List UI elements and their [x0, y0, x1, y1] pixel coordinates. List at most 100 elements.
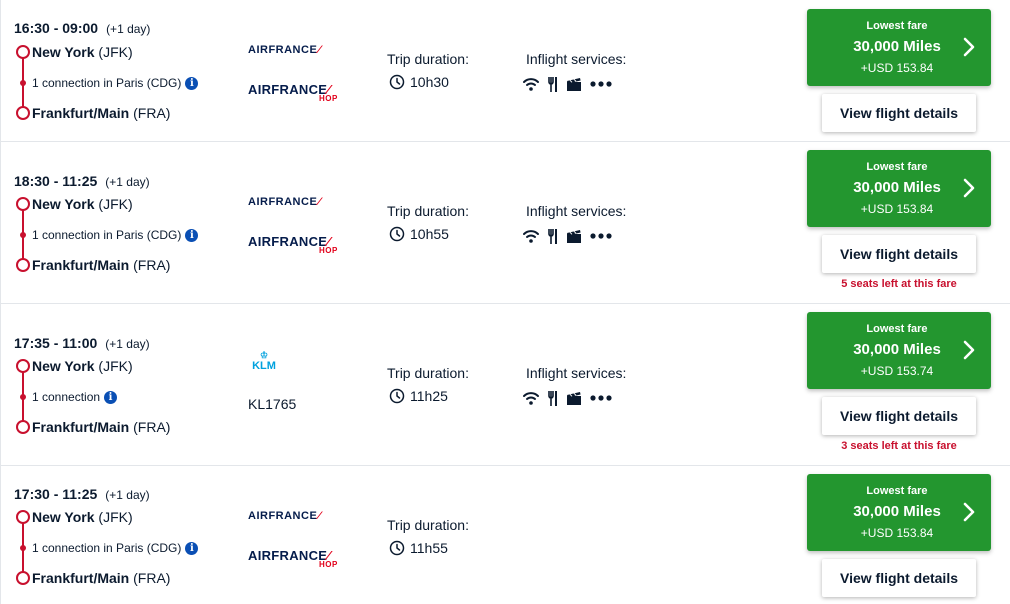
flight-results-list: 16:30 - 09:00 (+1 day) New York (JFK) 1 c…	[0, 0, 1010, 604]
flight-times: 18:30 - 11:25 (+1 day)	[14, 173, 150, 189]
airfrance-hop-logo: AIRFRANCE⁄ HOP	[248, 234, 338, 255]
inflight-services-icons	[522, 75, 612, 93]
trip-duration-label: Trip duration:	[387, 203, 469, 219]
airfrance-logo: AIRFRANCE⁄	[248, 510, 321, 522]
meal-icon	[548, 391, 557, 406]
duration-value: 10h30	[410, 74, 449, 90]
view-flight-details-button[interactable]: View flight details	[822, 559, 976, 597]
destination-city: Frankfurt/Main (FRA)	[32, 570, 171, 586]
destination-marker	[16, 420, 30, 434]
connection-info: 1 connection i	[32, 390, 118, 404]
destination-marker	[16, 258, 30, 272]
klm-crown-icon: ♔	[259, 350, 269, 360]
connection-info: 1 connection in Paris (CDG) i	[32, 228, 199, 242]
wifi-icon	[523, 230, 539, 243]
origin-marker	[16, 359, 30, 373]
lowest-fare-button[interactable]: Lowest fare 30,000 Miles +USD 153.84	[807, 9, 991, 86]
klm-logo: ♔ KLM	[248, 350, 280, 373]
fare-usd: +USD 153.84	[860, 526, 934, 540]
origin-marker	[16, 197, 30, 211]
view-flight-details-button[interactable]: View flight details	[822, 397, 976, 435]
inflight-services-label: Inflight services:	[526, 51, 627, 67]
trip-duration: 11h55	[389, 540, 448, 556]
origin-city: New York (JFK)	[32, 44, 133, 60]
info-icon[interactable]: i	[185, 541, 199, 555]
destination-marker	[16, 571, 30, 585]
meal-icon	[548, 77, 557, 92]
trip-duration: 10h30	[389, 74, 449, 90]
more-icon[interactable]	[590, 81, 612, 87]
wifi-icon	[523, 392, 539, 405]
flight-times: 17:35 - 11:00 (+1 day)	[14, 335, 150, 351]
clapperboard-icon	[567, 229, 581, 243]
chevron-right-icon	[963, 340, 975, 360]
departure-arrival-times: 18:30 - 11:25	[14, 173, 98, 189]
chevron-right-icon	[963, 502, 975, 522]
chevron-right-icon	[963, 178, 975, 198]
origin-city: New York (JFK)	[32, 358, 133, 374]
connection-text: 1 connection in Paris (CDG)	[32, 228, 182, 242]
airfrance-logo: AIRFRANCE⁄	[248, 196, 321, 208]
flight-number: KL1765	[248, 396, 297, 412]
view-flight-details-button[interactable]: View flight details	[822, 94, 976, 132]
flight-card: 17:35 - 11:00 (+1 day) New York (JFK) 1 c…	[0, 304, 1010, 466]
clock-icon	[389, 540, 405, 556]
connection-info: 1 connection in Paris (CDG) i	[32, 76, 199, 90]
trip-duration-label: Trip duration:	[387, 365, 469, 381]
inflight-services-label: Inflight services:	[526, 203, 627, 219]
flight-card: 16:30 - 09:00 (+1 day) New York (JFK) 1 c…	[0, 0, 1010, 142]
lowest-fare-button[interactable]: Lowest fare 30,000 Miles +USD 153.84	[807, 150, 991, 227]
more-icon[interactable]	[590, 233, 612, 239]
lowest-fare-button[interactable]: Lowest fare 30,000 Miles +USD 153.74	[807, 312, 991, 389]
view-flight-details-button[interactable]: View flight details	[822, 235, 976, 273]
airfrance-logo: AIRFRANCE⁄	[248, 44, 321, 56]
airfrance-hop-logo: AIRFRANCE⁄ HOP	[248, 82, 338, 103]
info-icon[interactable]: i	[185, 76, 199, 90]
plus-day-indicator: (+1 day)	[105, 488, 150, 502]
info-icon[interactable]: i	[104, 390, 118, 404]
origin-city: New York (JFK)	[32, 196, 133, 212]
fare-miles: 30,000 Miles	[853, 179, 941, 196]
inflight-services-label: Inflight services:	[526, 365, 627, 381]
airfrance-hop-logo: AIRFRANCE⁄ HOP	[248, 548, 338, 569]
destination-marker	[16, 106, 30, 120]
wifi-icon	[523, 78, 539, 91]
connection-text: 1 connection in Paris (CDG)	[32, 76, 182, 90]
trip-duration-label: Trip duration:	[387, 51, 469, 67]
plus-day-indicator: (+1 day)	[106, 22, 151, 36]
meal-icon	[548, 229, 557, 244]
clock-icon	[389, 388, 405, 404]
duration-value: 11h25	[410, 388, 448, 404]
flight-times: 17:30 - 11:25 (+1 day)	[14, 486, 150, 502]
trip-duration-label: Trip duration:	[387, 517, 469, 533]
fare-label: Lowest fare	[866, 323, 928, 335]
lowest-fare-button[interactable]: Lowest fare 30,000 Miles +USD 153.84	[807, 474, 991, 551]
clapperboard-icon	[567, 77, 581, 91]
fare-label: Lowest fare	[866, 20, 928, 32]
destination-city: Frankfurt/Main (FRA)	[32, 419, 171, 435]
fare-usd: +USD 153.84	[860, 202, 934, 216]
connection-text: 1 connection	[32, 390, 101, 404]
connection-info: 1 connection in Paris (CDG) i	[32, 541, 199, 555]
trip-duration: 11h25	[389, 388, 448, 404]
origin-marker	[16, 510, 30, 524]
flight-card: 17:30 - 11:25 (+1 day) New York (JFK) 1 c…	[0, 466, 1010, 604]
fare-usd: +USD 153.84	[860, 61, 934, 75]
origin-marker	[16, 45, 30, 59]
departure-arrival-times: 17:30 - 11:25	[14, 486, 98, 502]
info-icon[interactable]: i	[185, 228, 199, 242]
flight-times: 16:30 - 09:00 (+1 day)	[14, 20, 150, 36]
trip-duration: 10h55	[389, 226, 449, 242]
duration-value: 10h55	[410, 226, 449, 242]
plus-day-indicator: (+1 day)	[105, 337, 150, 351]
departure-arrival-times: 16:30 - 09:00	[14, 20, 99, 36]
connection-marker	[20, 394, 26, 400]
more-icon[interactable]	[590, 395, 612, 401]
inflight-services-icons	[522, 227, 612, 245]
clock-icon	[389, 74, 405, 90]
clapperboard-icon	[567, 391, 581, 405]
clock-icon	[389, 226, 405, 242]
fare-miles: 30,000 Miles	[853, 38, 941, 55]
destination-city: Frankfurt/Main (FRA)	[32, 257, 171, 273]
fare-label: Lowest fare	[866, 161, 928, 173]
